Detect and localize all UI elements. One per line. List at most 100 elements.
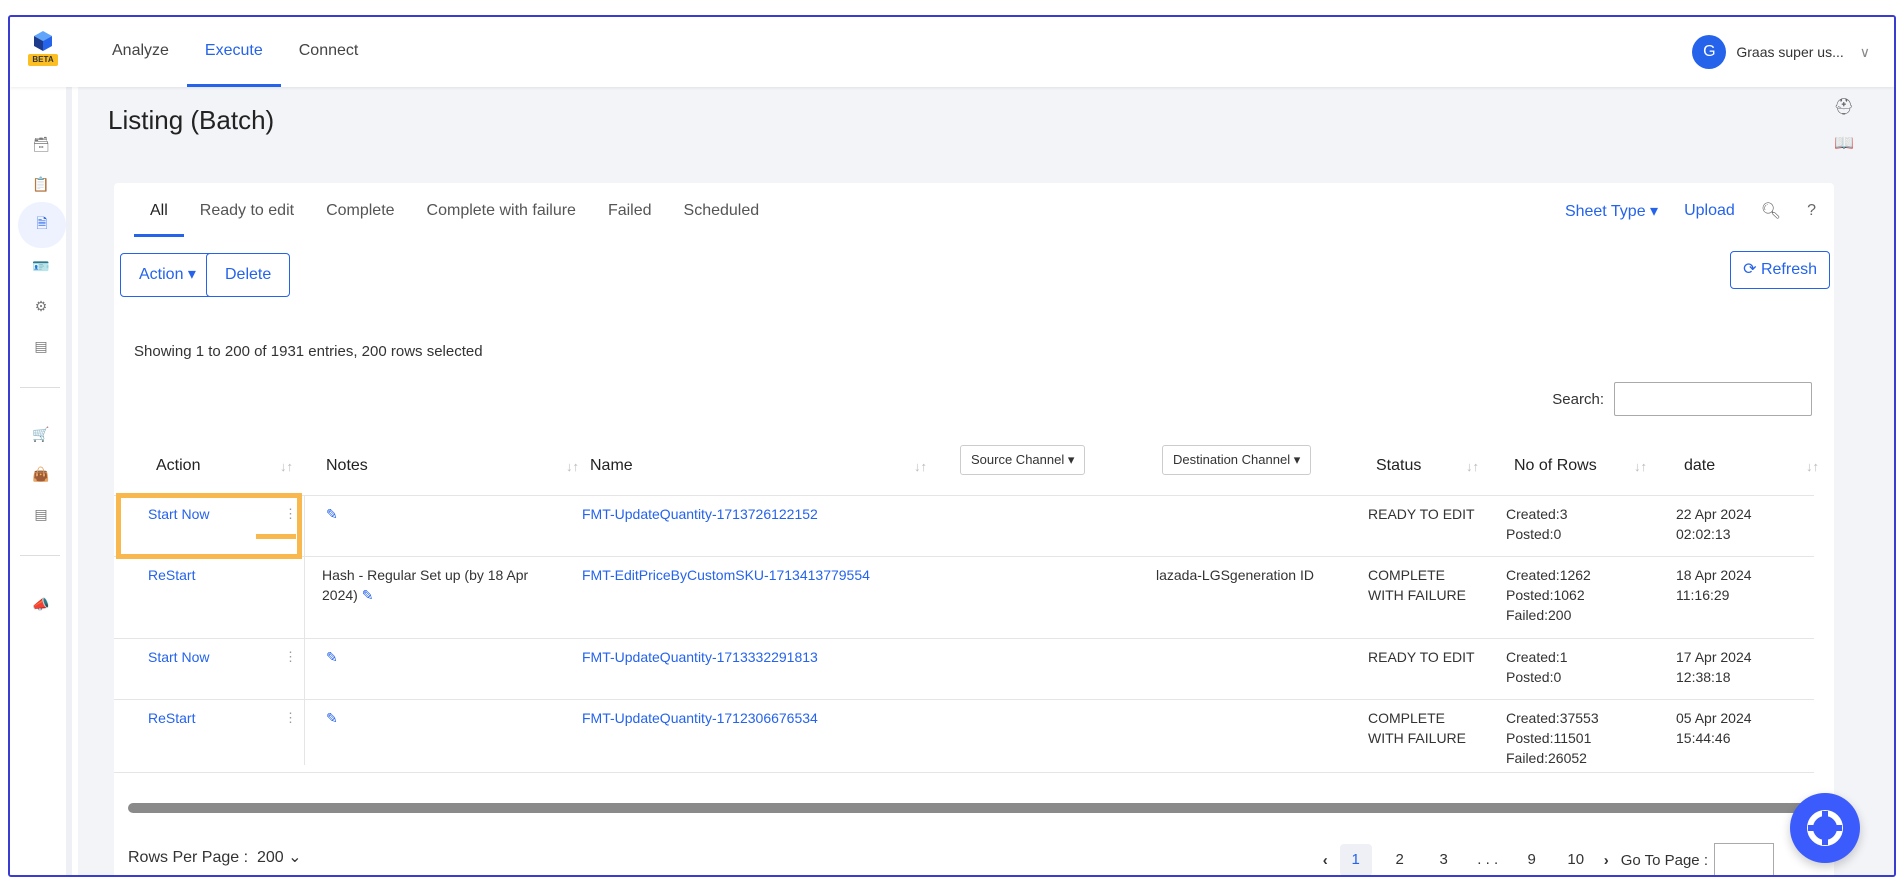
nav-analyze[interactable]: Analyze [94, 17, 187, 87]
date-day: 18 Apr 2024 [1676, 567, 1752, 583]
status-text: COMPLETE [1368, 710, 1446, 726]
date-time: 02:02:13 [1676, 526, 1731, 542]
prev-page-icon[interactable]: ‹ [1323, 852, 1328, 869]
action-dropdown-button[interactable]: Action ▾ [120, 253, 215, 297]
settings-sparkle-icon[interactable]: ⚙ [30, 295, 52, 317]
col-status[interactable]: Status [1376, 457, 1421, 475]
rows-posted: Posted:0 [1506, 669, 1562, 685]
page-3[interactable]: 3 [1428, 844, 1460, 875]
source-channel-filter[interactable]: Source Channel ▾ [960, 445, 1086, 475]
tab-complete[interactable]: Complete [310, 183, 410, 237]
upload-link[interactable]: Upload [1684, 202, 1735, 220]
user-name: Graas super us... [1736, 44, 1844, 60]
clipboard-check-icon[interactable]: 📋 [30, 173, 52, 195]
search-icon[interactable]: 🔍︎ [1761, 201, 1781, 221]
date-time: 12:38:18 [1676, 669, 1731, 685]
col-name[interactable]: Name [590, 457, 633, 475]
edit-note-icon[interactable]: ✎ [362, 587, 374, 603]
tab-scheduled[interactable]: Scheduled [668, 183, 776, 237]
goto-page-input[interactable] [1714, 843, 1774, 875]
sort-icon[interactable]: ↓↑ [914, 459, 927, 474]
archive-icon[interactable]: 🗃 [30, 133, 52, 155]
refresh-label: Refresh [1760, 261, 1817, 278]
batch-card: All Ready to edit Complete Complete with… [114, 183, 1834, 875]
avatar: G [1692, 35, 1727, 69]
date-day: 17 Apr 2024 [1676, 649, 1752, 665]
rows-per-page-select[interactable]: 200 ⌄ [253, 849, 302, 866]
page-1[interactable]: 1 [1339, 844, 1372, 875]
support-chat-button[interactable] [1790, 793, 1860, 863]
help-icon[interactable]: ? [1807, 202, 1816, 220]
restart-link[interactable]: ReStart [148, 708, 195, 728]
date-time: 15:44:46 [1676, 730, 1731, 746]
tab-ready-to-edit[interactable]: Ready to edit [184, 183, 310, 237]
restart-link[interactable]: ReStart [148, 565, 195, 585]
book-icon[interactable]: 📖 [1834, 133, 1854, 153]
edit-note-icon[interactable]: ✎ [326, 708, 338, 728]
rows-per-page-label: Rows Per Page : [128, 849, 249, 866]
search-input[interactable] [1614, 382, 1812, 416]
destination-channel: lazada-LGSgeneration ID [1156, 567, 1314, 583]
rows-created: Created:37553 [1506, 710, 1599, 726]
destination-channel-filter[interactable]: Destination Channel ▾ [1162, 445, 1312, 475]
note-text: Hash - Regular Set up (by 18 Apr [322, 567, 529, 583]
goto-page-label: Go To Page : [1620, 851, 1708, 869]
rows-per-page: Rows Per Page : 200 ⌄ [128, 847, 302, 867]
rows-per-page-value: 200 [256, 849, 284, 866]
note-text-cont: 2024) ✎ [322, 585, 373, 605]
col-notes[interactable]: Notes [326, 457, 368, 475]
document-upload-icon[interactable]: 🗎 [18, 202, 66, 248]
nav-connect[interactable]: Connect [281, 17, 377, 87]
tab-complete-with-failure[interactable]: Complete with failure [411, 183, 592, 237]
rows-created: Created:3 [1506, 506, 1568, 522]
col-no-of-rows[interactable]: No of Rows [1514, 457, 1597, 475]
support-icon[interactable]: ⛑ [1834, 97, 1854, 117]
batch-name-link[interactable]: FMT-UpdateQuantity-1713726122152 [582, 504, 818, 524]
date-time: 11:16:29 [1676, 587, 1730, 603]
sort-icon[interactable]: ↓↑ [1466, 459, 1479, 474]
id-card-icon[interactable]: 🪪 [30, 255, 52, 277]
edit-note-icon[interactable]: ✎ [326, 504, 338, 524]
page-title: Listing (Batch) [108, 105, 275, 135]
highlight-box [116, 493, 302, 559]
col-date[interactable]: date [1684, 457, 1715, 475]
tab-failed[interactable]: Failed [592, 183, 668, 237]
cube-logo-icon [34, 31, 52, 51]
page-9[interactable]: 9 [1516, 844, 1548, 875]
search-label: Search: [1552, 391, 1604, 408]
sort-icon[interactable]: ↓↑ [566, 459, 579, 474]
sheet-type-dropdown[interactable]: Sheet Type ▾ [1565, 201, 1658, 221]
batch-name-link[interactable]: FMT-EditPriceByCustomSKU-1713413779554 [582, 565, 870, 585]
refresh-button[interactable]: ⟳ Refresh [1730, 251, 1830, 289]
app-logo[interactable]: BETA [28, 31, 58, 73]
more-options-icon[interactable]: ⋮ [284, 649, 297, 665]
refresh-icon: ⟳ [1743, 261, 1757, 278]
megaphone-icon[interactable]: 📣 [30, 593, 52, 615]
page-2[interactable]: 2 [1384, 844, 1416, 875]
tab-all[interactable]: All [134, 183, 184, 237]
cart-icon[interactable]: 🛒 [30, 423, 52, 445]
nav-execute[interactable]: Execute [186, 17, 281, 87]
status-text: READY TO EDIT [1368, 506, 1475, 522]
col-action[interactable]: Action [156, 457, 200, 475]
horizontal-scrollbar[interactable] [128, 803, 1818, 813]
start-now-link[interactable]: Start Now [148, 647, 209, 667]
sort-icon[interactable]: ↓↑ [1634, 459, 1647, 474]
edit-note-icon[interactable]: ✎ [326, 647, 338, 667]
rows-posted: Posted:0 [1506, 526, 1562, 542]
sort-icon[interactable]: ↓↑ [280, 459, 293, 474]
table-row: ReStart Hash - Regular Set up (by 18 Apr… [114, 556, 1814, 638]
entries-info: Showing 1 to 200 of 1931 entries, 200 ro… [134, 343, 483, 360]
batch-name-link[interactable]: FMT-UpdateQuantity-1713332291813 [582, 647, 818, 667]
delete-button[interactable]: Delete [206, 253, 291, 297]
page-10[interactable]: 10 [1560, 844, 1592, 875]
more-options-icon[interactable]: ⋮ [284, 710, 297, 726]
bag-icon[interactable]: 👜 [30, 463, 52, 485]
next-page-icon[interactable]: › [1604, 852, 1609, 869]
report-icon[interactable]: ▤ [30, 503, 52, 525]
list-document-icon[interactable]: ▤ [30, 335, 52, 357]
table-header: Action ↓↑ Notes ↓↑ Name ↓↑ Source Channe… [114, 439, 1819, 489]
batch-name-link[interactable]: FMT-UpdateQuantity-1712306676534 [582, 708, 818, 728]
user-menu[interactable]: G Graas super us... ∨ [1692, 35, 1870, 69]
sort-icon[interactable]: ↓↑ [1806, 459, 1819, 474]
